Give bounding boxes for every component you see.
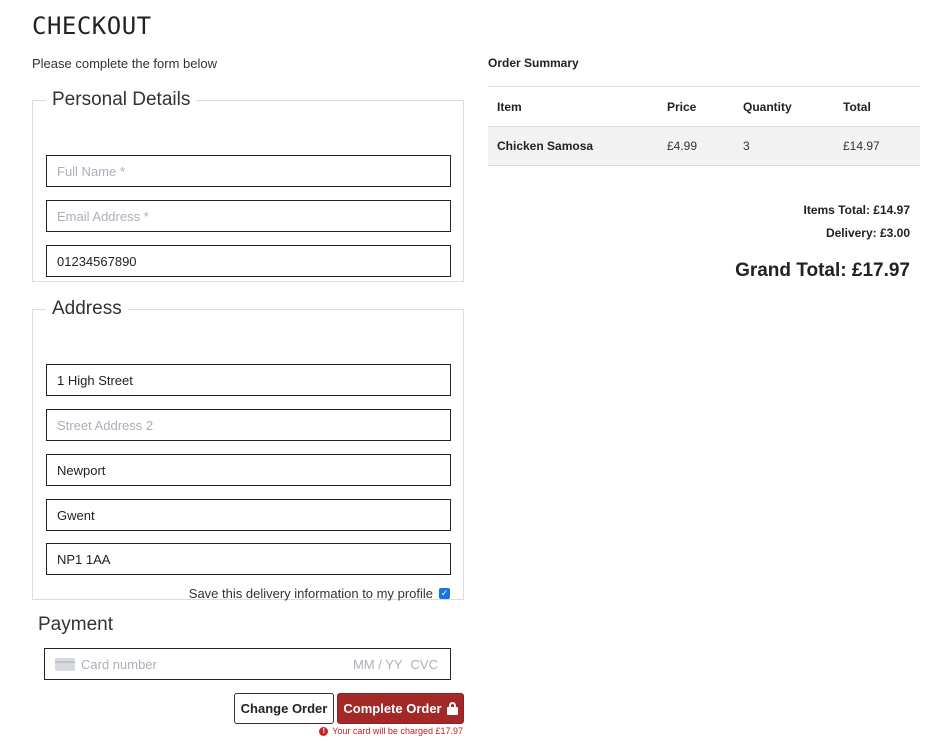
cvc-placeholder: CVC [410,656,438,672]
postcode-field[interactable]: NP1 1AA [46,543,451,575]
street-address-2-placeholder: Street Address 2 [57,417,154,433]
street-address-2-field[interactable]: Street Address 2 [46,409,451,441]
column-header-total: Total [834,86,920,127]
save-delivery-row[interactable]: Save this delivery information to my pro… [189,586,450,601]
expiry-placeholder: MM / YY [352,656,403,672]
full-name-field[interactable]: Full Name * [46,155,451,187]
charge-note-text: Your card will be charged £17.97 [332,726,463,736]
charge-note: ! Your card will be charged £17.97 [319,726,463,736]
lock-icon [446,702,458,715]
page-title: CHECKOUT [32,12,152,40]
column-header-price: Price [658,86,734,127]
complete-order-label: Complete Order [343,701,442,716]
payment-title: Payment [38,614,113,635]
delivery-total: Delivery: £3.00 [825,226,910,240]
change-order-button[interactable]: Change Order [234,693,334,724]
personal-details-legend: Personal Details [52,89,191,110]
phone-field[interactable]: 01234567890 [46,245,451,277]
order-summary-title: Order Summary [488,56,579,70]
table-row: Chicken Samosa £4.99 3 £14.97 [488,126,920,166]
card-input[interactable]: Card number MM / YY CVC [44,648,451,680]
column-header-quantity: Quantity [734,86,834,127]
row-item: Chicken Samosa [488,126,658,166]
postcode-value: NP1 1AA [57,551,111,567]
row-quantity: 3 [734,126,834,166]
grand-total: Grand Total: £17.97 [735,260,910,281]
town-value: Newport [57,462,106,478]
card-number-placeholder: Card number [81,656,157,672]
address-section: Address 1 High Street Street Address 2 N… [32,298,464,601]
alert-icon: ! [319,726,329,736]
credit-card-icon [55,657,75,671]
street-address-1-value: 1 High Street [57,372,133,388]
items-total: Items Total: £14.97 [803,203,911,217]
county-field[interactable]: Gwent [46,499,451,531]
complete-order-button[interactable]: Complete Order [337,693,464,724]
county-value: Gwent [57,507,95,523]
order-summary-table: Item Price Quantity Total Chicken Samosa… [488,86,920,166]
table-header-row: Item Price Quantity Total [488,86,920,127]
full-name-placeholder: Full Name * [57,163,125,179]
email-placeholder: Email Address * [57,208,149,224]
row-total: £14.97 [834,126,920,166]
town-field[interactable]: Newport [46,454,451,486]
row-price: £4.99 [658,126,734,166]
phone-value: 01234567890 [57,253,137,269]
email-field[interactable]: Email Address * [46,200,451,232]
address-legend: Address [52,298,122,319]
change-order-label: Change Order [240,701,328,716]
save-delivery-label: Save this delivery information to my pro… [188,586,433,601]
street-address-1-field[interactable]: 1 High Street [46,364,451,396]
column-header-item: Item [488,86,658,127]
save-delivery-checkbox[interactable]: ✓ [439,588,450,599]
personal-details-section: Personal Details Full Name * Email Addre… [32,89,464,282]
page-subtitle: Please complete the form below [32,56,217,71]
